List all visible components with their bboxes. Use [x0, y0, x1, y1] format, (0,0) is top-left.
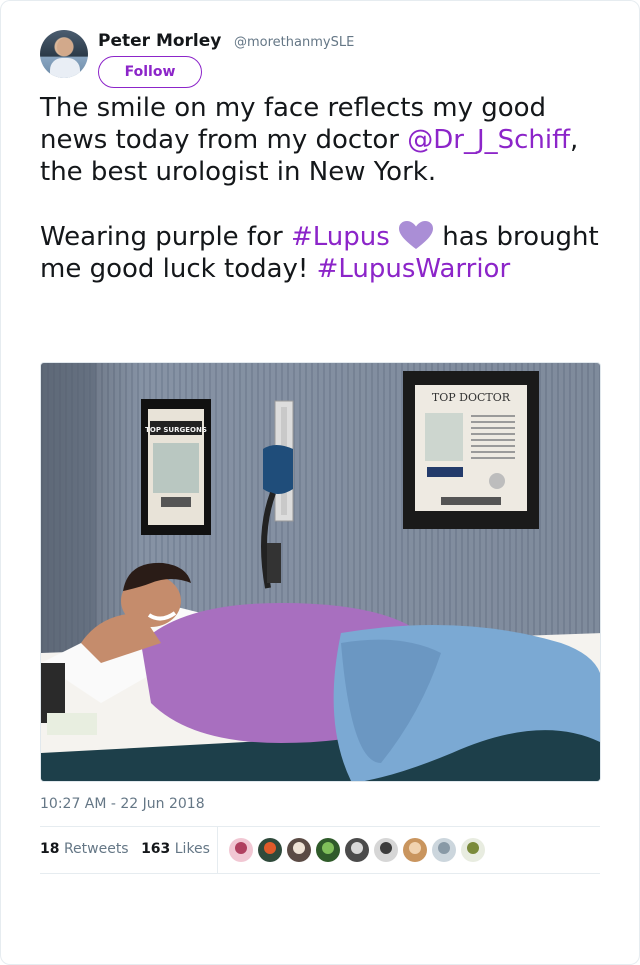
liker-avatar[interactable] [345, 838, 369, 862]
top-surgeons-frame: TOP SURGEONS [141, 399, 211, 535]
tweet-text: The smile on my face reflects my good ne… [40, 92, 600, 285]
follow-button[interactable]: Follow [98, 56, 202, 88]
hashtag-link[interactable]: #LupusWarrior [317, 254, 511, 284]
avatar[interactable] [40, 30, 88, 78]
likes-stat[interactable]: 163 Likes [141, 841, 210, 857]
liker-avatar[interactable] [258, 838, 282, 862]
liker-avatar[interactable] [287, 838, 311, 862]
likes-label: Likes [174, 841, 210, 857]
liker-avatar[interactable] [374, 838, 398, 862]
user-handle[interactable]: @morethanmySLE [234, 35, 354, 50]
divider [40, 873, 600, 874]
likes-count: 163 [141, 841, 171, 857]
retweets-stat[interactable]: 18 Retweets [40, 841, 129, 857]
user-name[interactable]: Peter Morley [98, 31, 221, 51]
liker-avatar[interactable] [403, 838, 427, 862]
tweet-text-segment [390, 222, 398, 252]
hashtag-link[interactable]: #Lupus [291, 222, 390, 252]
tweet-stats: 18 Retweets 163 Likes [40, 841, 210, 857]
liker-avatar[interactable] [461, 838, 485, 862]
liker-avatar[interactable] [432, 838, 456, 862]
tweet-card: Peter Morley @morethanmySLE Follow The s… [0, 0, 640, 965]
heart-icon [398, 220, 434, 250]
tweet-timestamp[interactable]: 10:27 AM - 22 Jun 2018 [40, 796, 205, 812]
mention-link[interactable]: @Dr_J_Schiff [407, 125, 570, 155]
liker-avatar[interactable] [229, 838, 253, 862]
tweet-photo[interactable]: TOP SURGEONS TOP DOCTOR [40, 362, 601, 782]
retweets-count: 18 [40, 841, 60, 857]
likers-list [229, 838, 485, 862]
top-doctor-sign: TOP DOCTOR [432, 391, 511, 404]
stats-divider [217, 827, 218, 873]
liker-avatar[interactable] [316, 838, 340, 862]
retweets-label: Retweets [63, 841, 129, 857]
top-doctor-frame: TOP DOCTOR [403, 371, 539, 529]
top-surgeons-sign: TOP SURGEONS [145, 426, 207, 434]
divider [40, 826, 600, 827]
